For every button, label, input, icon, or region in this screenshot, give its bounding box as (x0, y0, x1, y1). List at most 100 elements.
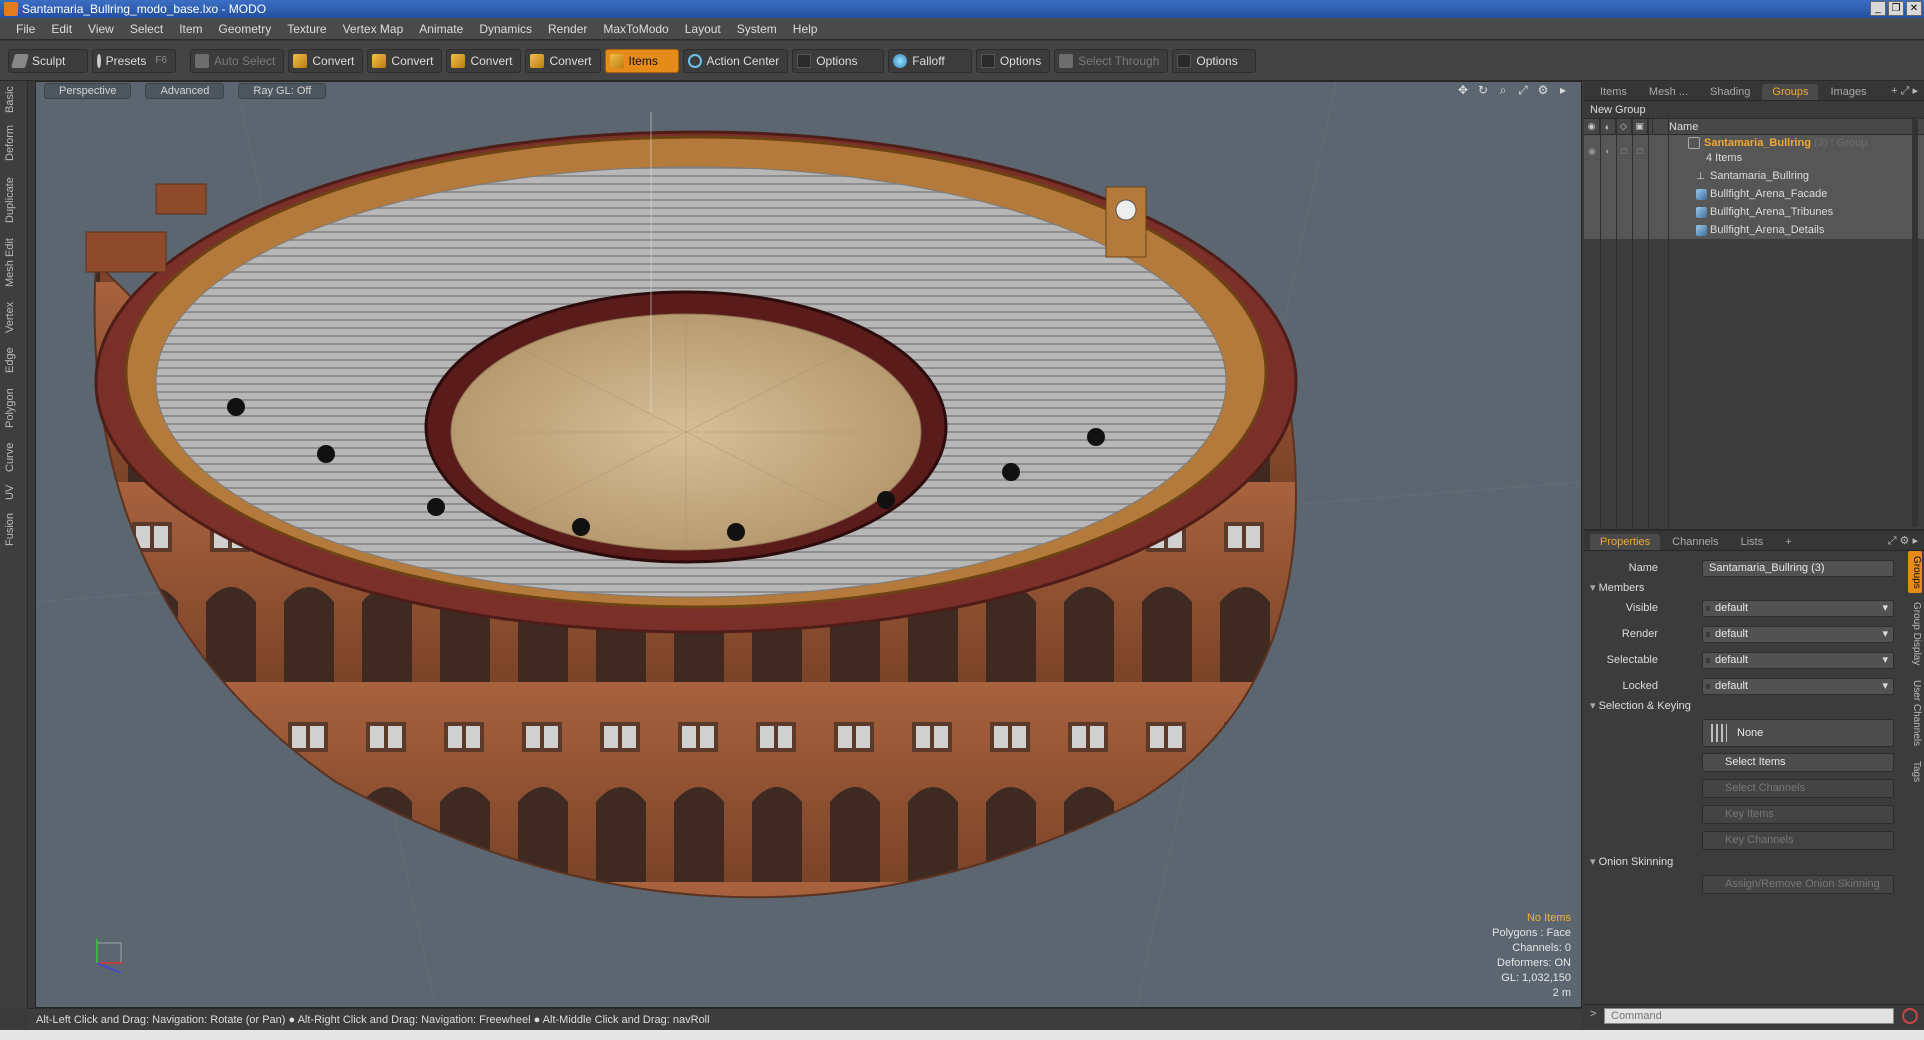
action-center-button[interactable]: Action Center (682, 48, 789, 73)
tab-basic[interactable]: Basic (4, 85, 24, 115)
side-tab-group-display[interactable]: Group Display (1908, 599, 1922, 669)
menu-view[interactable]: View (80, 18, 122, 40)
tab-mesh[interactable]: Mesh ... (1639, 84, 1698, 100)
locked-dropdown[interactable]: default (1702, 677, 1894, 695)
side-tab-groups[interactable]: Groups (1908, 551, 1922, 593)
convert-materials-button[interactable]: Convert (525, 48, 601, 73)
side-tab-user-channels[interactable]: User Channels (1908, 675, 1922, 751)
tab-polygon[interactable]: Polygon (4, 383, 24, 433)
tab-deform[interactable]: Deform (4, 121, 24, 165)
convert-polygons-button[interactable]: Convert (446, 48, 522, 73)
maximize-button[interactable]: ❐ (1888, 1, 1904, 16)
select-channels-button[interactable]: Select Channels (1702, 779, 1894, 798)
3d-viewport[interactable]: Perspective Advanced Ray GL: Off ✥ ↻ ⌕ ⤢… (35, 81, 1582, 1008)
menu-file[interactable]: File (8, 18, 43, 40)
sculpt-button[interactable]: Sculpt (8, 48, 88, 73)
expand-arrow-icon[interactable]: ▸ (1557, 84, 1569, 96)
window-controls: _ ❐ ✕ (1870, 1, 1922, 16)
onion-skinning-section[interactable]: Onion Skinning (1590, 855, 1674, 868)
tree-scrollbar[interactable] (1912, 117, 1918, 527)
lock-icon[interactable]: ▣ (1632, 118, 1648, 135)
eye-icon[interactable]: ◉ (1584, 142, 1600, 160)
raygl-toggle[interactable]: Ray GL: Off (238, 83, 327, 99)
tab-items[interactable]: Items (1590, 84, 1637, 100)
select-through-options-button[interactable]: Options (1172, 48, 1257, 73)
tab-lists[interactable]: Lists (1731, 534, 1774, 550)
tab-curve[interactable]: Curve (4, 439, 24, 475)
new-group-button[interactable]: New Group (1584, 101, 1924, 119)
tab-duplicate[interactable]: Duplicate (4, 171, 24, 229)
minimize-button[interactable]: _ (1870, 1, 1886, 16)
menu-item[interactable]: Item (171, 18, 210, 40)
selectable-dropdown[interactable]: default (1702, 651, 1894, 669)
keyframe-none-button[interactable]: None (1702, 719, 1894, 747)
tab-edge[interactable]: Edge (4, 343, 24, 377)
select-items-button[interactable]: Select Items (1702, 753, 1894, 772)
side-tab-tags[interactable]: Tags (1908, 757, 1922, 787)
tab-images[interactable]: Images (1820, 84, 1876, 100)
group-icon (1688, 137, 1700, 150)
convert-edges-button[interactable]: Convert (367, 48, 443, 73)
tab-add-icon[interactable]: + ⤢ ▸ (1891, 84, 1918, 98)
view-shading-tab[interactable]: Advanced (145, 83, 225, 99)
tab-groups[interactable]: Groups (1762, 84, 1819, 100)
select-through-button[interactable]: Select Through (1054, 48, 1169, 73)
members-section[interactable]: Members (1590, 581, 1645, 594)
render-dropdown[interactable]: default (1702, 625, 1894, 643)
tree-row-group[interactable]: ◉ ◐ □ □ Santamaria_Bullring (3) : Group … (1584, 135, 1924, 167)
eye-icon[interactable]: ◉ (1584, 118, 1600, 135)
menu-select[interactable]: Select (122, 18, 171, 40)
gear-icon[interactable]: ⚙ (1537, 84, 1549, 96)
key-items-button[interactable]: Key Items (1702, 805, 1894, 824)
selection-keying-section[interactable]: Selection & Keying (1590, 699, 1691, 712)
add-tab-icon[interactable]: + (1775, 534, 1801, 550)
tab-mesh-edit[interactable]: Mesh Edit (4, 235, 24, 291)
key-channels-button[interactable]: Key Channels (1702, 831, 1894, 850)
select-icon[interactable]: □ (1616, 142, 1632, 160)
menu-layout[interactable]: Layout (677, 18, 729, 40)
tab-fusion[interactable]: Fusion (4, 509, 24, 549)
name-field[interactable]: Santamaria_Bullring (3) (1702, 559, 1894, 577)
panel-options-icon[interactable]: ⤢ ⚙ ▸ (1888, 534, 1918, 548)
tree-row-facade[interactable]: Bullfight_Arena_Facade (1584, 185, 1924, 203)
convert-vertices-button[interactable]: Convert (288, 48, 364, 73)
falloff-options-button[interactable]: Options (976, 48, 1051, 73)
menu-help[interactable]: Help (785, 18, 826, 40)
tab-vertex[interactable]: Vertex (4, 297, 24, 337)
tab-uv[interactable]: UV (4, 481, 24, 503)
fit-view-icon[interactable]: ⤢ (1517, 84, 1529, 96)
menu-texture[interactable]: Texture (279, 18, 334, 40)
render-icon[interactable]: ◐ (1600, 142, 1616, 160)
action-center-options-button[interactable]: Options (792, 48, 885, 73)
view-perspective-tab[interactable]: Perspective (44, 83, 132, 99)
menu-maxtomodo[interactable]: MaxToModo (595, 18, 676, 40)
tree-row-details[interactable]: Bullfight_Arena_Details (1584, 221, 1924, 239)
assign-onion-button[interactable]: Assign/Remove Onion Skinning (1702, 875, 1894, 894)
menu-geometry[interactable]: Geometry (211, 18, 280, 40)
command-input[interactable] (1604, 1008, 1894, 1024)
menu-render[interactable]: Render (540, 18, 595, 40)
tab-shading[interactable]: Shading (1700, 84, 1760, 100)
falloff-button[interactable]: Falloff (888, 48, 973, 73)
command-history-icon[interactable] (1902, 1008, 1918, 1024)
zoom-icon[interactable]: ⌕ (1497, 84, 1509, 96)
visible-dropdown[interactable]: default (1702, 599, 1894, 617)
presets-button[interactable]: Presets F6 (92, 48, 176, 73)
items-mode-button[interactable]: Items (604, 48, 679, 73)
menu-animate[interactable]: Animate (411, 18, 471, 40)
render-icon[interactable]: ◐ (1600, 118, 1616, 135)
lock-icon[interactable]: □ (1632, 142, 1648, 160)
move-view-icon[interactable]: ✥ (1457, 84, 1469, 96)
menu-edit[interactable]: Edit (43, 18, 80, 40)
select-icon[interactable]: ◇ (1616, 118, 1632, 135)
menu-vertex-map[interactable]: Vertex Map (335, 18, 412, 40)
auto-select-button[interactable]: Auto Select (190, 48, 285, 73)
tab-properties[interactable]: Properties (1590, 534, 1661, 550)
menu-system[interactable]: System (729, 18, 785, 40)
tree-row-tribunes[interactable]: Bullfight_Arena_Tribunes (1584, 203, 1924, 221)
tab-channels[interactable]: Channels (1662, 534, 1728, 550)
rotate-view-icon[interactable]: ↻ (1477, 84, 1489, 96)
menu-dynamics[interactable]: Dynamics (471, 18, 540, 40)
tree-row-locator[interactable]: ⊥ Santamaria_Bullring (1584, 167, 1924, 185)
close-button[interactable]: ✕ (1906, 1, 1922, 16)
